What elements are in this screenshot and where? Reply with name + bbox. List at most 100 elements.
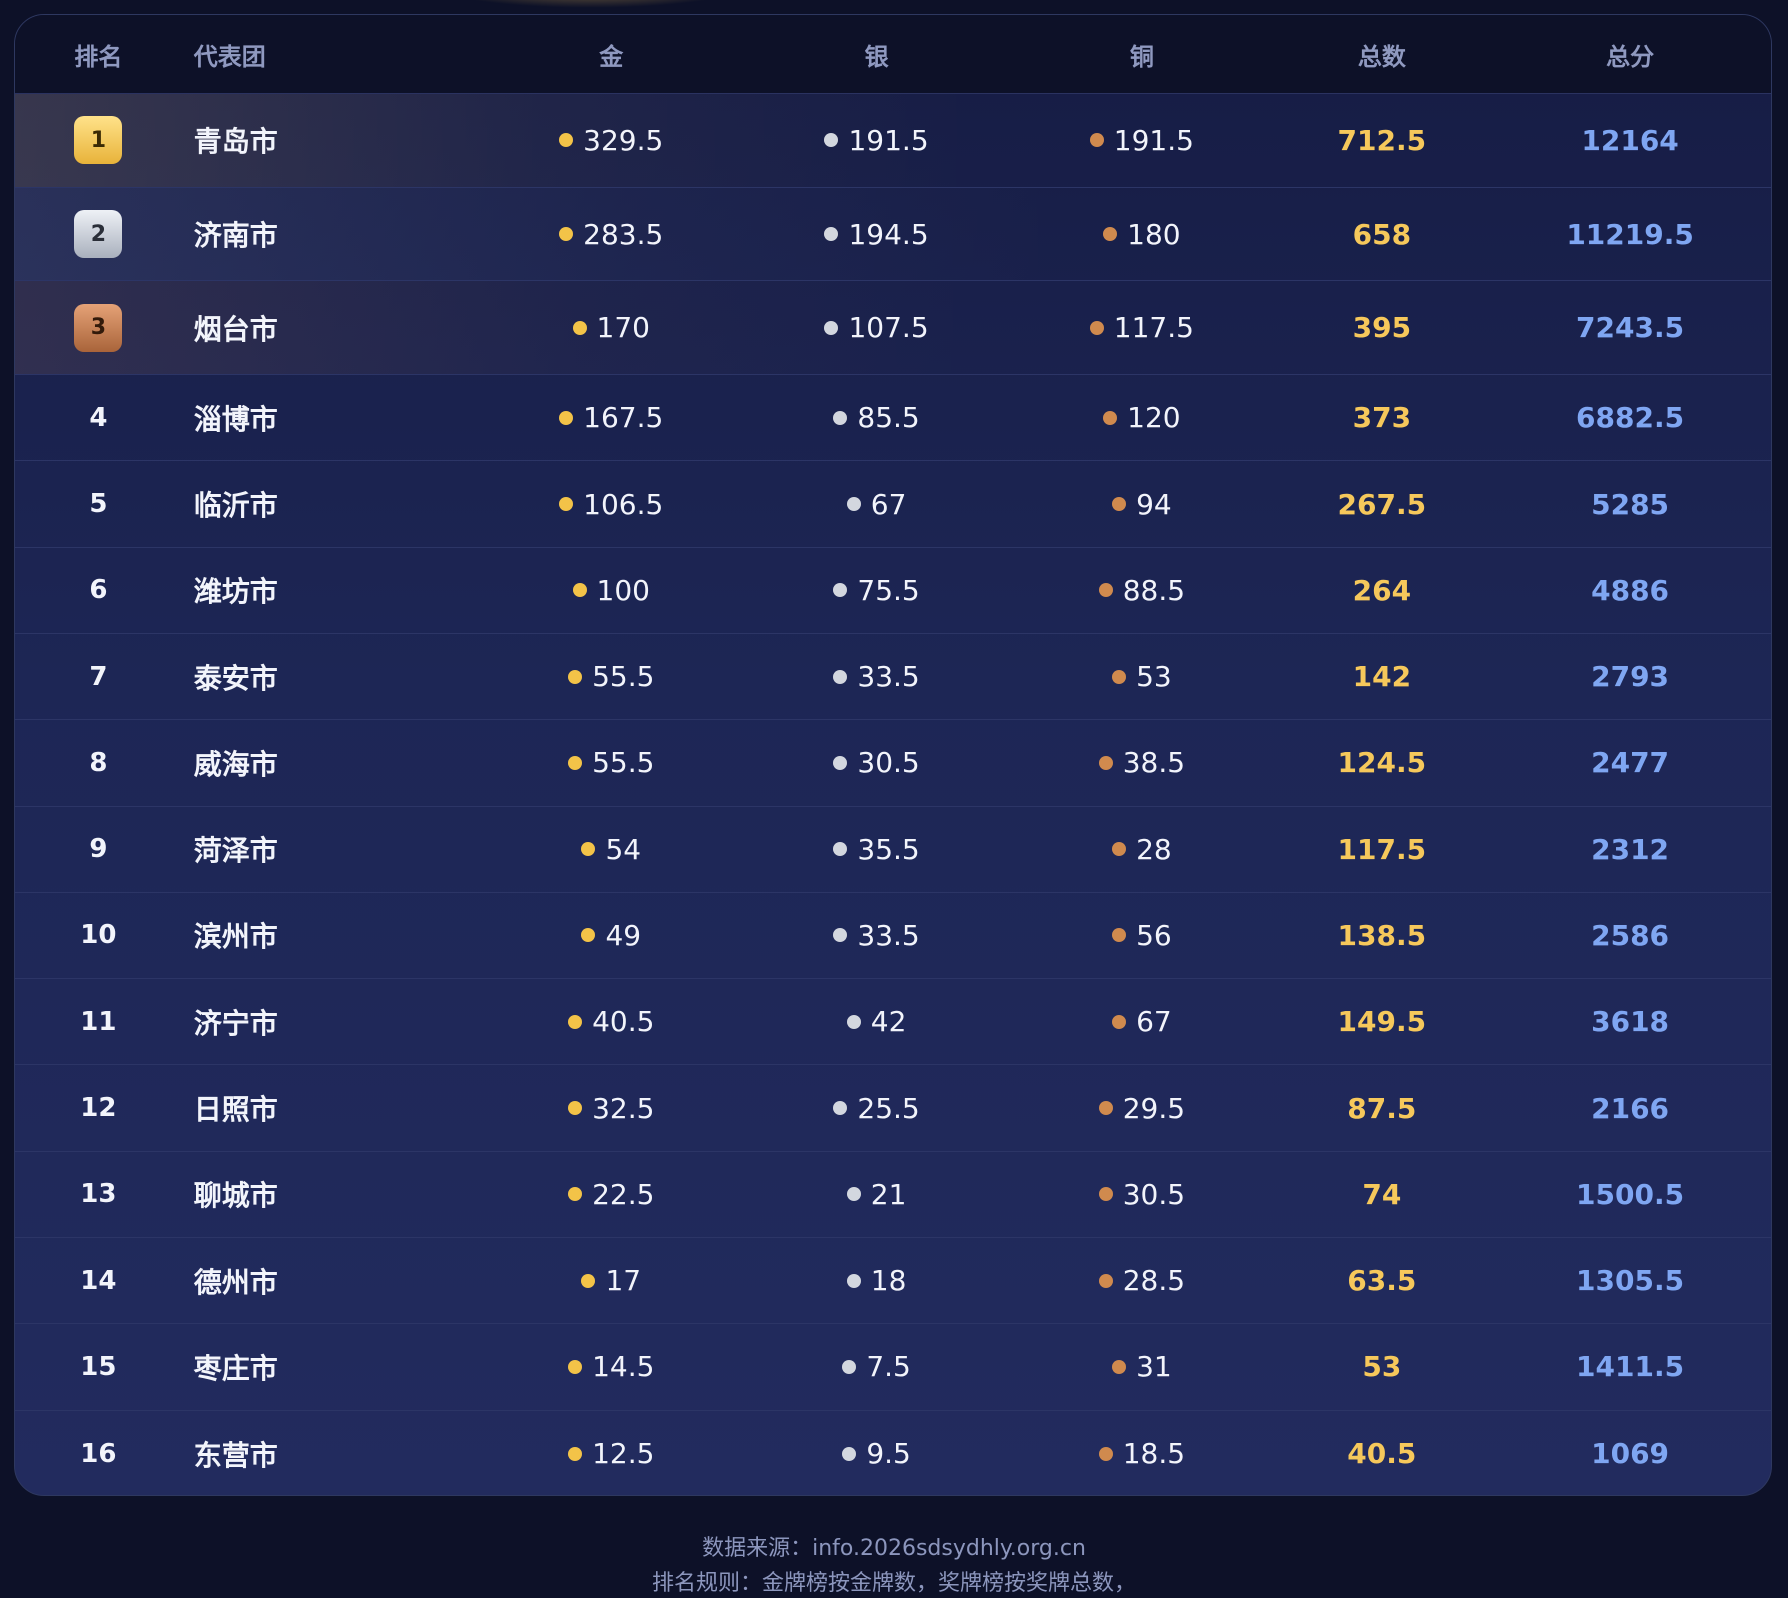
gold-count: 54 xyxy=(605,832,642,866)
rank-number: 8 xyxy=(89,747,108,778)
gold-cell: 32.5 xyxy=(479,1092,744,1125)
score-cell: 7243.5 xyxy=(1489,311,1771,344)
total-cell: 658 xyxy=(1275,218,1490,251)
gold-dot-icon xyxy=(568,1014,583,1029)
table-row[interactable]: 4 淄博市 167.5 85.5 120 373 6882.5 xyxy=(15,375,1771,462)
table-row[interactable]: 15 枣庄市 14.5 7.5 31 53 1411.5 xyxy=(15,1324,1771,1411)
team-name: 菏泽市 xyxy=(193,834,278,868)
total-cell: 53 xyxy=(1275,1350,1490,1383)
gold-dot-icon xyxy=(572,320,587,335)
gold-cell: 49 xyxy=(479,919,744,952)
silver-count: 42 xyxy=(870,1005,907,1039)
table-row[interactable]: 12 日照市 32.5 25.5 29.5 87.5 2166 xyxy=(15,1065,1771,1152)
team-cell: 枣庄市 xyxy=(182,1347,479,1387)
rank-cell: 2 xyxy=(15,210,182,259)
score-cell: 1411.5 xyxy=(1489,1350,1771,1383)
silver-cell: 35.5 xyxy=(744,833,1009,866)
table-row[interactable]: 6 潍坊市 100 75.5 88.5 264 4886 xyxy=(15,548,1771,634)
bronze-cell: 30.5 xyxy=(1009,1178,1274,1211)
team-cell: 淄博市 xyxy=(182,398,479,438)
gold-dot-icon xyxy=(568,669,583,684)
rank-cell: 11 xyxy=(15,1007,182,1037)
silver-dot-icon xyxy=(846,1187,861,1202)
bronze-count: 29.5 xyxy=(1122,1091,1186,1125)
table-row[interactable]: 2 济南市 283.5 194.5 180 658 11219.5 xyxy=(15,187,1771,282)
team-cell: 东营市 xyxy=(182,1434,479,1474)
gold-count: 100 xyxy=(596,573,650,607)
total-count: 267.5 xyxy=(1337,487,1427,521)
bronze-dot-icon xyxy=(1098,1187,1113,1202)
team-name: 淄博市 xyxy=(193,402,278,436)
bronze-count: 56 xyxy=(1136,918,1172,952)
silver-count: 7.5 xyxy=(866,1350,911,1384)
total-count: 142 xyxy=(1352,660,1412,694)
total-score: 1069 xyxy=(1591,1437,1670,1471)
silver-count: 75.5 xyxy=(857,573,920,607)
gold-count: 167.5 xyxy=(583,401,664,435)
total-cell: 712.5 xyxy=(1275,124,1490,157)
total-score: 2586 xyxy=(1591,918,1670,952)
rank-number: 12 xyxy=(80,1093,117,1124)
team-name: 济宁市 xyxy=(193,1006,278,1040)
table-row[interactable]: 10 滨州市 49 33.5 56 138.5 2586 xyxy=(15,893,1771,980)
table-row[interactable]: 14 德州市 17 18 28.5 63.5 1305.5 xyxy=(15,1238,1771,1325)
gold-cell: 283.5 xyxy=(479,218,744,251)
score-cell: 1305.5 xyxy=(1489,1264,1771,1297)
silver-dot-icon xyxy=(833,583,848,598)
total-count: 138.5 xyxy=(1337,918,1427,952)
header-total[interactable]: 总数 xyxy=(1275,37,1490,72)
silver-cell: 7.5 xyxy=(744,1350,1009,1383)
table-row[interactable]: 9 菏泽市 54 35.5 28 117.5 2312 xyxy=(15,807,1771,893)
header-silver[interactable]: 银 xyxy=(744,37,1009,72)
team-name: 东营市 xyxy=(193,1438,278,1472)
gold-dot-icon xyxy=(581,842,596,857)
bronze-dot-icon xyxy=(1098,1273,1113,1288)
silver-dot-icon xyxy=(846,1014,861,1029)
total-score: 11219.5 xyxy=(1566,217,1694,251)
rank-number: 5 xyxy=(89,489,108,519)
gold-count: 55.5 xyxy=(592,660,655,694)
team-name: 临沂市 xyxy=(193,489,278,522)
bronze-cell: 191.5 xyxy=(1009,124,1274,157)
total-count: 124.5 xyxy=(1337,746,1427,780)
table-row[interactable]: 7 泰安市 55.5 33.5 53 142 2793 xyxy=(15,634,1771,721)
table-row[interactable]: 11 济宁市 40.5 42 67 149.5 3618 xyxy=(15,979,1771,1066)
total-count: 658 xyxy=(1352,217,1412,251)
bronze-dot-icon xyxy=(1112,497,1127,511)
team-cell: 泰安市 xyxy=(182,657,479,697)
total-score: 2312 xyxy=(1591,832,1670,866)
rank-cell: 3 xyxy=(15,303,182,352)
table-row[interactable]: 13 聊城市 22.5 21 30.5 74 1500.5 xyxy=(15,1152,1771,1239)
team-name: 聊城市 xyxy=(193,1179,278,1213)
table-row[interactable]: 3 烟台市 170 107.5 117.5 395 7243.5 xyxy=(15,281,1771,376)
total-cell: 40.5 xyxy=(1275,1437,1490,1470)
gold-cell: 17 xyxy=(479,1264,744,1297)
header-score[interactable]: 总分 xyxy=(1489,37,1771,72)
gold-count: 106.5 xyxy=(583,487,664,521)
header-rank[interactable]: 排名 xyxy=(15,37,182,72)
bronze-cell: 94 xyxy=(1009,488,1274,521)
bronze-dot-icon xyxy=(1112,1359,1127,1374)
score-cell: 2166 xyxy=(1489,1092,1771,1125)
team-name: 日照市 xyxy=(193,1093,278,1127)
team-cell: 济宁市 xyxy=(182,1002,479,1042)
table-row[interactable]: 1 青岛市 329.5 191.5 191.5 712.5 12164 xyxy=(15,94,1771,188)
table-row[interactable]: 8 威海市 55.5 30.5 38.5 124.5 2477 xyxy=(15,720,1771,807)
header-team[interactable]: 代表团 xyxy=(182,37,479,72)
gold-dot-icon xyxy=(559,410,574,425)
silver-dot-icon xyxy=(833,410,848,425)
score-cell: 11219.5 xyxy=(1489,218,1771,251)
rank-number: 14 xyxy=(80,1265,117,1296)
total-cell: 373 xyxy=(1275,401,1490,434)
header-bronze[interactable]: 铜 xyxy=(1009,37,1274,72)
bronze-dot-icon xyxy=(1112,842,1127,857)
gold-count: 12.5 xyxy=(592,1437,655,1471)
gold-cell: 106.5 xyxy=(479,488,744,521)
total-count: 74 xyxy=(1362,1177,1402,1211)
rank-cell: 8 xyxy=(15,748,182,778)
table-row[interactable]: 16 东营市 12.5 9.5 18.5 40.5 1069 xyxy=(15,1411,1771,1495)
bronze-cell: 67 xyxy=(1009,1005,1274,1038)
header-gold[interactable]: 金 xyxy=(479,37,744,72)
total-score: 1500.5 xyxy=(1576,1177,1685,1211)
table-row[interactable]: 5 临沂市 106.5 67 94 267.5 5285 xyxy=(15,461,1771,548)
